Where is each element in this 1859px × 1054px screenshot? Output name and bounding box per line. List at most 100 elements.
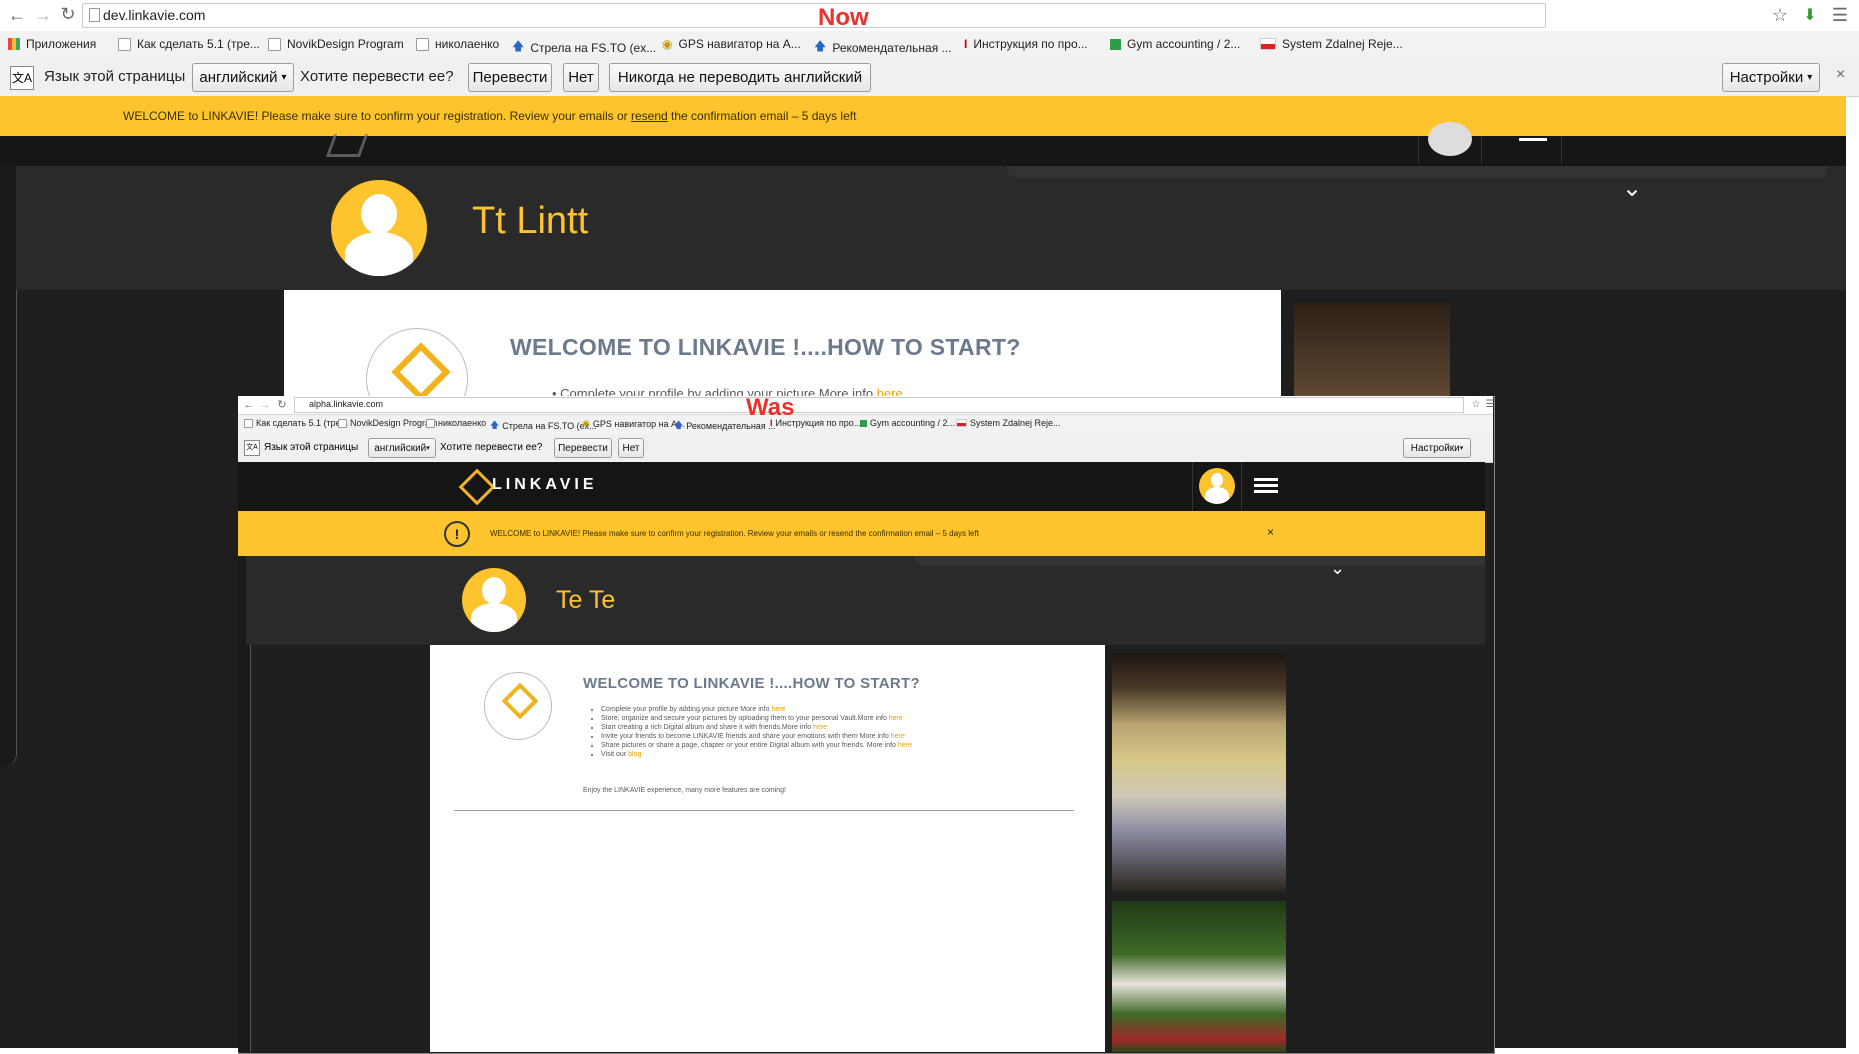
bookmark-item[interactable]: николаенко	[426, 418, 486, 428]
user-avatar	[1199, 468, 1235, 504]
dropdown-arrow-icon: ▾	[1807, 72, 1813, 83]
flag-pl-icon	[956, 419, 967, 427]
page-icon	[426, 418, 435, 428]
list-item: Invite your friends to become LINKAVIE f…	[601, 732, 912, 741]
chevron-down-icon[interactable]: ⌄	[1330, 558, 1345, 579]
bookmark-item[interactable]: System Zdalnej Reje...	[956, 418, 1061, 428]
gps-icon: ◉	[582, 418, 590, 428]
chevron-down-icon[interactable]: ⌄	[1622, 174, 1642, 203]
bookmark-item[interactable]: 🡅 Стрела на FS.TO (ex...	[490, 418, 597, 434]
settings-button[interactable]: Настройки ▾	[1403, 438, 1471, 458]
bookmark-item[interactable]: I Инструкция по про...	[964, 37, 1088, 51]
more-info-link[interactable]: here	[891, 733, 905, 740]
was-profile-header: ⌄ Te Te	[246, 556, 1485, 645]
more-info-link[interactable]: here	[898, 742, 912, 749]
more-info-link[interactable]: here	[889, 715, 903, 722]
star-icon[interactable]: ☆	[1470, 397, 1482, 412]
site-logo-text: LINKAVIE	[492, 476, 598, 493]
bookmark-item[interactable]: System Zdalnej Reje...	[1260, 37, 1403, 51]
translate-prompt: Язык этой страницы	[44, 68, 186, 85]
translate-button[interactable]: Перевести	[468, 63, 552, 92]
bookmark-item[interactable]: николаенко	[416, 37, 499, 51]
no-button[interactable]: Нет	[563, 63, 599, 92]
menu-icon[interactable]: ☰	[1484, 397, 1496, 412]
close-banner-icon[interactable]: ×	[1267, 525, 1274, 539]
now-side-handle	[0, 166, 17, 766]
page-icon	[268, 37, 281, 51]
flag-pl-icon	[1260, 38, 1276, 50]
bookmark-item[interactable]: Как сделать 5.1 (тре...	[118, 37, 260, 51]
now-user-menu[interactable]	[1418, 122, 1482, 164]
card-title: WELCOME TO LINKAVIE !....HOW TO START?	[583, 675, 920, 692]
translate-prompt: Язык этой страницы	[264, 442, 359, 453]
menu-icon[interactable]: ☰	[1830, 4, 1850, 26]
arrow-up-icon: 🡅	[490, 420, 500, 430]
now-bookmarks-bar: Приложения Как сделать 5.1 (тре... Novik…	[0, 31, 1859, 59]
more-info-link[interactable]: here	[813, 724, 827, 731]
getting-started-list: Complete your profile by adding your pic…	[589, 705, 912, 759]
bookmark-item[interactable]: I Инструкция по про...	[770, 418, 861, 428]
bookmark-item[interactable]: NovikDesign Program	[268, 37, 404, 51]
url-field[interactable]: dev.linkavie.com	[82, 3, 1546, 28]
profile-avatar[interactable]	[462, 568, 526, 632]
now-label: Now	[818, 4, 869, 31]
now-site-header	[0, 122, 1846, 167]
forward-arrow-icon[interactable]: →	[258, 397, 272, 412]
never-translate-button[interactable]: Никогда не переводить английский	[609, 63, 871, 92]
card-footer: Enjoy the LINKAVIE experience, many more…	[583, 787, 786, 794]
back-arrow-icon[interactable]: ←	[6, 4, 28, 26]
reload-icon[interactable]: ↻	[275, 397, 289, 412]
no-button[interactable]: Нет	[618, 438, 644, 458]
card-title: WELCOME TO LINKAVIE !....HOW TO START?	[510, 334, 1021, 360]
translate-button[interactable]: Перевести	[554, 438, 612, 458]
dropdown-arrow-icon: ▾	[1459, 445, 1464, 452]
bookmark-item[interactable]: 🡅 Стрела на FS.TO (ex...	[512, 37, 656, 58]
bookmark-item[interactable]: Как сделать 5.1 (тре...	[244, 418, 348, 428]
bookmark-item[interactable]: Gym accounting / 2...	[1110, 37, 1240, 51]
dropdown-arrow-icon: ▾	[426, 445, 430, 452]
list-item: Store, organize and secure your pictures…	[601, 714, 912, 723]
hamburger-icon	[1519, 138, 1547, 141]
url-text: alpha.linkavie.com	[309, 399, 384, 409]
close-translate-icon[interactable]: ×	[1836, 66, 1845, 84]
bookmark-item[interactable]: Gym accounting / 2...	[860, 418, 955, 428]
was-bookmarks-bar: Как сделать 5.1 (тре... NovikDesign Prog…	[238, 414, 1493, 435]
bookmark-item[interactable]: 🡅 Рекомендательная ...	[674, 418, 776, 434]
apps-grid-icon	[8, 38, 20, 50]
settings-button[interactable]: Настройки ▾	[1722, 63, 1820, 92]
url-text: dev.linkavie.com	[103, 7, 206, 23]
bookmark-item[interactable]: ◉ GPS навигатор на А...	[582, 418, 685, 429]
gps-icon: ◉	[662, 37, 673, 51]
language-select[interactable]: английский ▾	[368, 438, 436, 458]
more-info-link[interactable]: here	[771, 706, 785, 713]
now-hamburger-menu[interactable]	[1505, 136, 1562, 164]
bookmark-apps[interactable]: Приложения	[8, 37, 96, 51]
reload-icon[interactable]: ↻	[57, 3, 79, 25]
download-icon[interactable]: ⬇	[1800, 4, 1820, 26]
star-icon[interactable]: ☆	[1770, 4, 1790, 26]
language-select[interactable]: английский ▾	[192, 63, 294, 92]
was-welcome-card: WELCOME TO LINKAVIE !....HOW TO START? C…	[430, 645, 1105, 1052]
back-arrow-icon[interactable]: ←	[242, 397, 256, 412]
was-welcome-banner: ! WELCOME to LINKAVIE! Please make sure …	[238, 511, 1485, 556]
resend-link[interactable]: resend	[631, 109, 668, 123]
bookmark-item[interactable]: ◉ GPS навигатор на А...	[662, 37, 801, 51]
was-user-menu[interactable]	[1192, 462, 1242, 511]
profile-tab-strip	[914, 556, 1485, 566]
blog-link[interactable]: blog	[628, 751, 641, 758]
url-field[interactable]: alpha.linkavie.com	[294, 397, 1464, 413]
info-icon: I	[964, 37, 968, 51]
arrow-up-icon: 🡅	[512, 39, 525, 53]
was-site-header: LINKAVIE	[238, 462, 1485, 511]
banner-text: WELCOME to LINKAVIE! Please make sure to…	[490, 529, 979, 538]
hamburger-icon[interactable]	[1254, 476, 1280, 496]
linkavie-logo-icon	[458, 468, 496, 506]
now-welcome-banner: WELCOME to LINKAVIE! Please make sure to…	[0, 96, 1846, 136]
now-address-bar: ← → ↻ dev.linkavie.com Now ☆ ⬇ ☰	[0, 0, 1859, 32]
bookmark-item[interactable]: NovikDesign Program	[338, 418, 438, 428]
linkavie-logo-icon	[484, 672, 552, 740]
profile-avatar[interactable]	[331, 180, 427, 276]
bookmark-item[interactable]: 🡅 Рекомендательная ...	[814, 37, 952, 58]
forward-arrow-icon[interactable]: →	[32, 4, 54, 26]
page-icon	[338, 418, 347, 428]
